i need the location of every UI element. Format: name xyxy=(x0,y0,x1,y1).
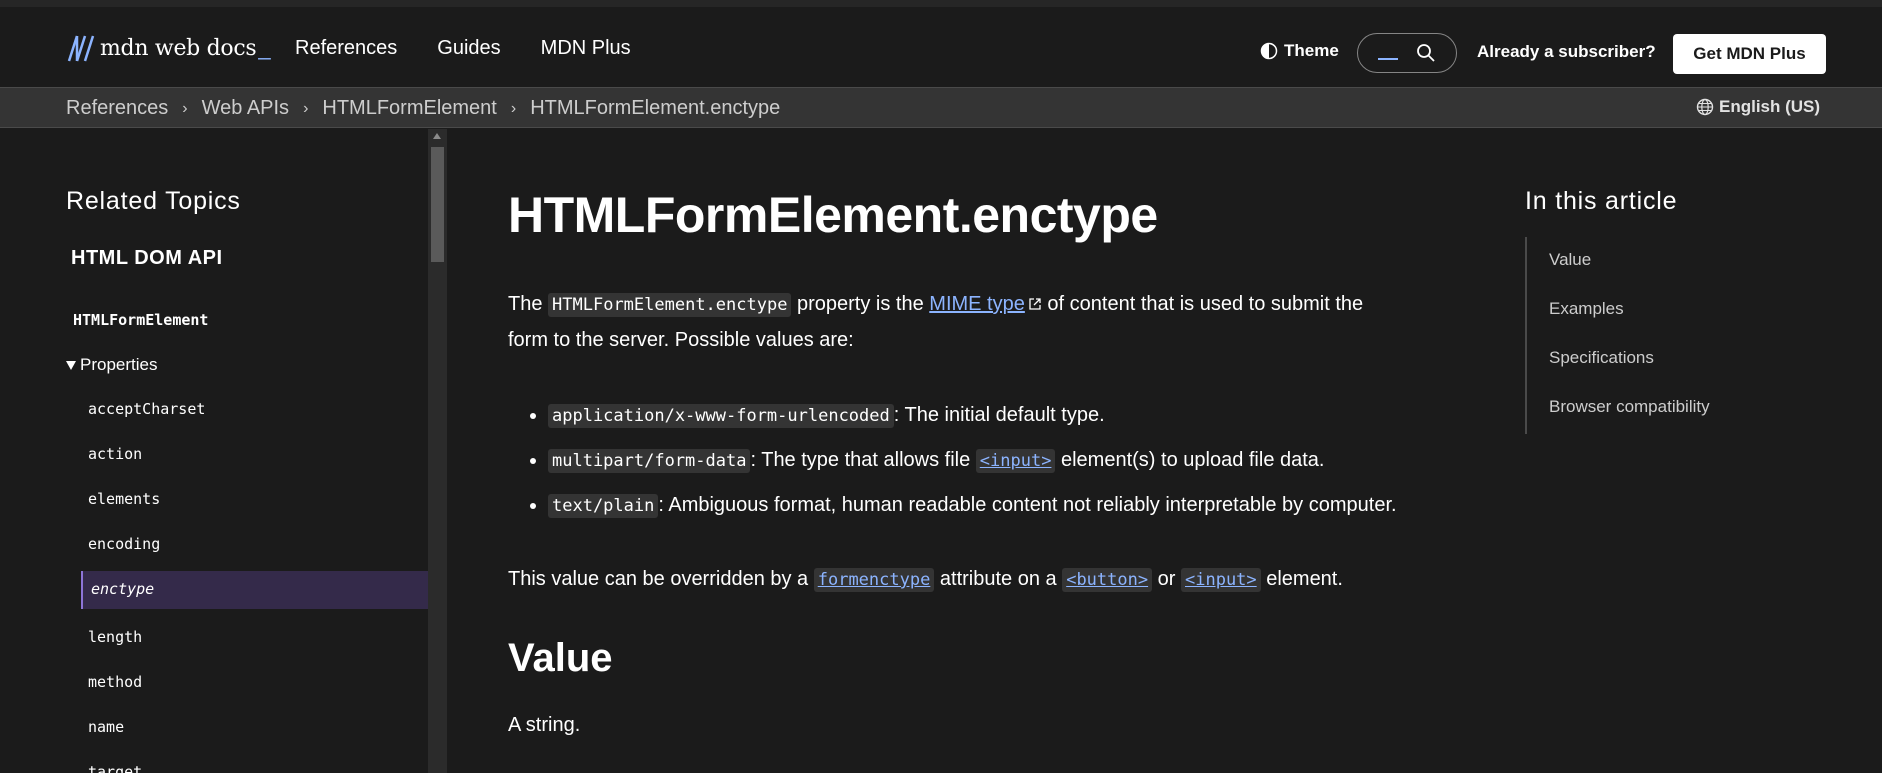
language-label: English (US) xyxy=(1719,97,1821,116)
sidebar-api-link[interactable]: HTML DOM API xyxy=(71,247,223,270)
theme-label: Theme xyxy=(1284,41,1339,60)
formenctype-link[interactable]: formenctype xyxy=(813,568,935,592)
nav-guides[interactable]: Guides xyxy=(437,37,500,60)
value-code: multipart/form-data xyxy=(548,449,751,473)
toc-item-examples[interactable]: Examples xyxy=(1549,299,1624,319)
login-link[interactable]: Already a subscriber? xyxy=(1477,42,1656,62)
input-element-link[interactable]: <input> xyxy=(1181,568,1261,592)
value-text: : The initial default type. xyxy=(893,404,1105,426)
chevron-right-icon: › xyxy=(303,99,309,117)
sidebar-interface-link[interactable]: HTMLFormElement xyxy=(73,311,208,329)
sidebar-item-enctype[interactable]: enctype xyxy=(81,571,428,609)
list-item: multipart/form-data: The type that allow… xyxy=(548,441,1397,486)
sidebar-item-encoding[interactable]: encoding xyxy=(88,535,160,553)
logo-underscore: _ xyxy=(258,35,271,60)
override-text: or xyxy=(1152,568,1181,590)
main-nav: References Guides MDN Plus xyxy=(295,37,631,60)
table-of-contents: Value Examples Specifications Browser co… xyxy=(1525,237,1725,434)
toc-item-browser-compatibility[interactable]: Browser compatibility xyxy=(1549,397,1710,417)
sidebar-properties-toggle[interactable]: Properties xyxy=(66,355,157,375)
intro-text: property is the xyxy=(791,293,930,315)
value-text: element(s) to upload file data. xyxy=(1055,449,1325,471)
sidebar-item-label: enctype xyxy=(91,580,155,598)
top-strip xyxy=(0,0,1882,7)
contrast-icon xyxy=(1260,42,1278,60)
override-paragraph: This value can be overridden by a formen… xyxy=(508,562,1478,598)
mdn-logo[interactable]: mdn web docs _ xyxy=(66,33,271,63)
breadcrumb-bar: References › Web APIs › HTMLFormElement … xyxy=(0,87,1882,128)
get-mdn-plus-button[interactable]: Get MDN Plus xyxy=(1673,34,1826,74)
breadcrumb-references[interactable]: References xyxy=(66,97,168,120)
toc-title: In this article xyxy=(1525,187,1678,215)
page-title: HTMLFormElement.enctype xyxy=(508,187,1158,243)
triangle-down-icon xyxy=(66,360,76,370)
value-text: A string. xyxy=(508,714,581,736)
intro-paragraph: The HTMLFormElement.enctype property is … xyxy=(508,287,1478,358)
chevron-right-icon: › xyxy=(510,99,517,117)
breadcrumb: References › Web APIs › HTMLFormElement … xyxy=(66,97,780,120)
scrollbar-thumb[interactable] xyxy=(431,147,444,262)
values-list: application/x-www-form-urlencoded: The i… xyxy=(548,396,1397,531)
sidebar-item-method[interactable]: method xyxy=(88,673,142,691)
sidebar-item-length[interactable]: length xyxy=(88,628,142,646)
value-code: text/plain xyxy=(548,494,659,518)
button-element-link[interactable]: <button> xyxy=(1062,568,1153,592)
value-heading: Value xyxy=(508,636,613,680)
language-switcher[interactable]: English (US) xyxy=(1696,97,1820,117)
override-text: attribute on a xyxy=(934,568,1063,590)
sidebar-item-target[interactable]: target xyxy=(88,763,142,773)
breadcrumb-htmlformelement[interactable]: HTMLFormElement xyxy=(322,97,496,120)
chevron-right-icon: › xyxy=(182,99,188,117)
override-text: element. xyxy=(1260,568,1343,590)
sidebar-item-acceptcharset[interactable]: acceptCharset xyxy=(88,400,205,418)
toc-item-value[interactable]: Value xyxy=(1549,250,1591,270)
search-caret xyxy=(1378,58,1398,60)
value-text: : Ambiguous format, human readable conte… xyxy=(658,494,1397,516)
mime-type-link[interactable]: MIME type xyxy=(929,293,1025,315)
nav-mdn-plus[interactable]: MDN Plus xyxy=(541,37,631,60)
globe-icon xyxy=(1696,98,1714,116)
breadcrumb-current[interactable]: HTMLFormElement.enctype xyxy=(530,97,780,120)
list-item: text/plain: Ambiguous format, human read… xyxy=(548,486,1397,531)
value-text: : The type that allows file xyxy=(750,449,976,471)
search-button[interactable] xyxy=(1357,33,1457,73)
theme-toggle[interactable]: Theme xyxy=(1260,41,1339,61)
intro-text: The xyxy=(508,293,549,315)
intro-text: form to the server. Possible values are: xyxy=(508,329,854,351)
scroll-up-icon[interactable] xyxy=(433,133,441,139)
mdn-logo-icon xyxy=(67,35,95,62)
toc-item-specifications[interactable]: Specifications xyxy=(1549,348,1654,368)
sidebar-item-name[interactable]: name xyxy=(88,718,124,736)
logo-text: mdn web docs xyxy=(100,35,257,61)
nav-references[interactable]: References xyxy=(295,37,397,60)
sidebar-item-elements[interactable]: elements xyxy=(88,490,160,508)
sidebar-properties-label: Properties xyxy=(80,355,158,374)
external-link-icon xyxy=(1029,298,1041,310)
list-item: application/x-www-form-urlencoded: The i… xyxy=(548,396,1397,441)
input-element-link[interactable]: <input> xyxy=(975,449,1056,473)
sidebar-scrollbar[interactable] xyxy=(428,129,447,773)
override-text: This value can be overridden by a xyxy=(508,568,814,590)
site-header: mdn web docs _ References Guides MDN Plu… xyxy=(0,7,1882,87)
intro-code: HTMLFormElement.enctype xyxy=(548,293,792,317)
sidebar: Related Topics HTML DOM API HTMLFormElem… xyxy=(0,129,428,773)
search-icon xyxy=(1417,44,1435,62)
breadcrumb-web-apis[interactable]: Web APIs xyxy=(202,97,289,120)
value-code: application/x-www-form-urlencoded xyxy=(548,404,894,428)
sidebar-title: Related Topics xyxy=(66,187,241,215)
sidebar-item-action[interactable]: action xyxy=(88,445,142,463)
intro-text: of content that is used to submit the xyxy=(1041,293,1364,315)
